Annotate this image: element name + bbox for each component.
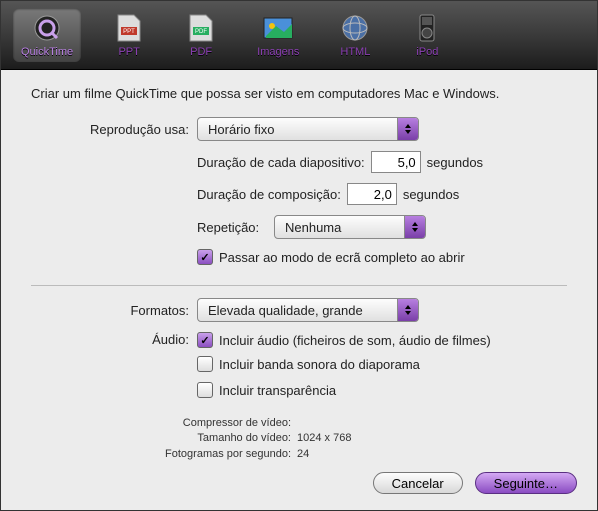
composition-duration-input[interactable]: [347, 183, 397, 205]
toolbar-label: PPT: [118, 46, 139, 58]
format-description: Criar um filme QuickTime que possa ser v…: [31, 86, 567, 101]
format-toolbar: QuickTime PPT PPT PDF PDF Imagens HTML: [1, 1, 597, 70]
audio-label: Áudio:: [31, 332, 197, 347]
fullscreen-checkbox[interactable]: [197, 249, 213, 265]
pdf-icon: PDF: [185, 12, 217, 44]
export-dialog: QuickTime PPT PPT PDF PDF Imagens HTML: [0, 0, 598, 511]
repeat-value: Nenhuma: [275, 220, 404, 235]
popup-arrows-icon: [404, 216, 425, 238]
formats-label: Formatos:: [31, 303, 197, 318]
include-audio-checkbox[interactable]: [197, 332, 213, 348]
fps-label: Fotogramas por segundo:: [141, 447, 297, 462]
include-soundtrack-checkbox[interactable]: [197, 356, 213, 372]
repeat-label: Repetição:: [197, 220, 268, 235]
formats-value: Elevada qualidade, grande: [198, 303, 397, 318]
html-icon: [339, 12, 371, 44]
ipod-icon: [411, 12, 443, 44]
fps-value: 24: [297, 447, 309, 462]
include-audio-label: Incluir áudio (ficheiros de som, áudio d…: [219, 333, 491, 348]
quicktime-icon: [31, 12, 63, 44]
toolbar-label: PDF: [190, 46, 212, 58]
popup-arrows-icon: [397, 118, 418, 140]
video-size-label: Tamanho do vídeo:: [141, 431, 297, 446]
include-transparency-label: Incluir transparência: [219, 383, 336, 398]
include-transparency-checkbox[interactable]: [197, 382, 213, 398]
toolbar-html[interactable]: HTML: [339, 12, 371, 58]
toolbar-label: Imagens: [257, 46, 299, 58]
cancel-button[interactable]: Cancelar: [373, 472, 463, 494]
video-size-value: 1024 x 768: [297, 431, 351, 446]
composition-duration-unit: segundos: [403, 187, 459, 202]
playback-popup[interactable]: Horário fixo: [197, 117, 419, 141]
playback-value: Horário fixo: [198, 122, 397, 137]
svg-text:PPT: PPT: [123, 29, 135, 35]
toolbar-images[interactable]: Imagens: [257, 12, 299, 58]
svg-text:PDF: PDF: [195, 29, 207, 35]
toolbar-ppt[interactable]: PPT PPT: [113, 12, 145, 58]
fullscreen-label: Passar ao modo de ecrã completo ao abrir: [219, 250, 465, 265]
toolbar-pdf[interactable]: PDF PDF: [185, 12, 217, 58]
composition-duration-label: Duração de composição:: [197, 187, 341, 202]
slide-duration-unit: segundos: [427, 155, 483, 170]
section-divider: [31, 285, 567, 286]
toolbar-ipod[interactable]: iPod: [411, 12, 443, 58]
images-icon: [262, 12, 294, 44]
compressor-label: Compressor de vídeo:: [141, 416, 297, 431]
playback-label: Reprodução usa:: [31, 122, 197, 137]
include-soundtrack-label: Incluir banda sonora do diaporama: [219, 357, 420, 372]
popup-arrows-icon: [397, 299, 418, 321]
toolbar-quicktime[interactable]: QuickTime: [13, 8, 81, 62]
repeat-popup[interactable]: Nenhuma: [274, 215, 426, 239]
slide-duration-label: Duração de cada diapositivo:: [197, 155, 365, 170]
button-bar: Cancelar Seguinte…: [1, 462, 597, 510]
ppt-icon: PPT: [113, 12, 145, 44]
slide-duration-input[interactable]: [371, 151, 421, 173]
formats-popup[interactable]: Elevada qualidade, grande: [197, 298, 419, 322]
toolbar-label: QuickTime: [21, 46, 73, 58]
content-area: Criar um filme QuickTime que possa ser v…: [1, 70, 597, 462]
toolbar-label: iPod: [416, 46, 438, 58]
toolbar-label: HTML: [340, 46, 370, 58]
next-button[interactable]: Seguinte…: [475, 472, 577, 494]
video-info: Compressor de vídeo: Tamanho do vídeo: 1…: [141, 416, 567, 462]
